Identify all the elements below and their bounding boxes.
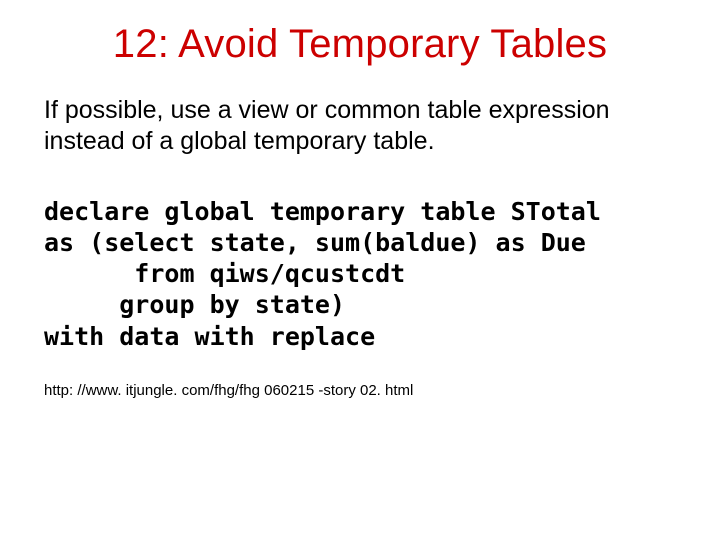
code-block: declare global temporary table STotal as… (44, 196, 676, 352)
slide-title: 12: Avoid Temporary Tables (44, 22, 676, 67)
reference-url: http: //www. itjungle. com/fhg/fhg 06021… (44, 382, 676, 399)
body-paragraph: If possible, use a view or common table … (44, 95, 676, 158)
slide: 12: Avoid Temporary Tables If possible, … (0, 0, 720, 540)
